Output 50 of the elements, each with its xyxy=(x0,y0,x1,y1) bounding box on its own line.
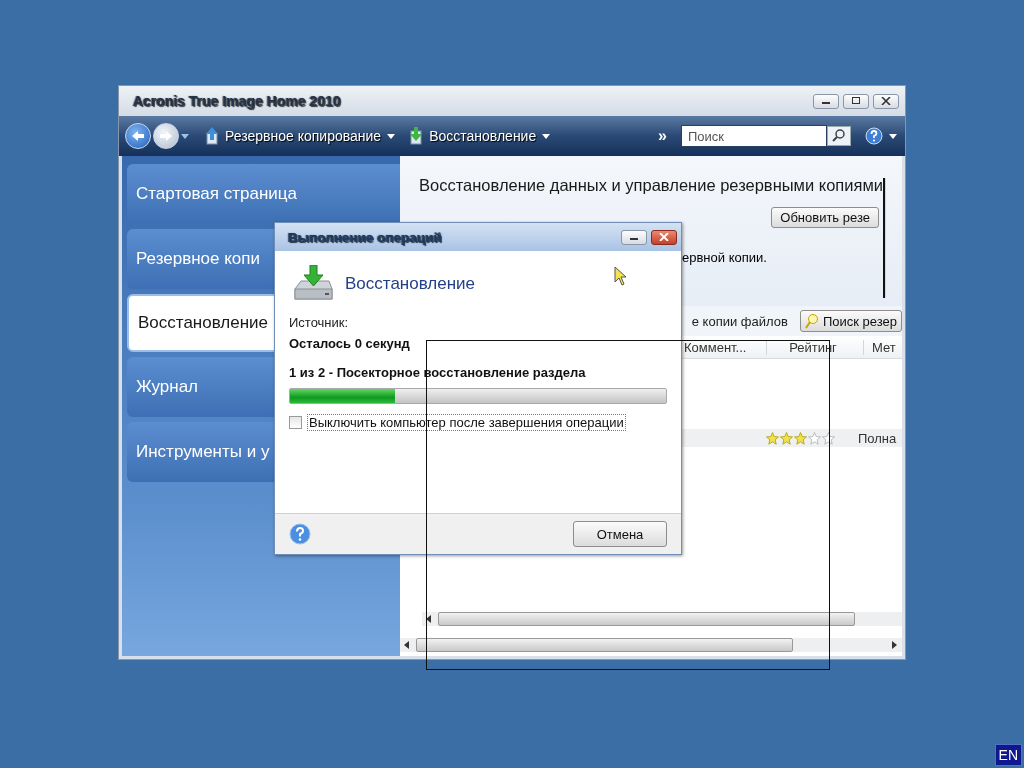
star-icon xyxy=(808,431,821,445)
minimize-button[interactable] xyxy=(621,229,647,245)
help-icon[interactable] xyxy=(865,127,883,145)
language-indicator[interactable]: EN xyxy=(994,744,1022,766)
close-button[interactable] xyxy=(651,229,677,245)
close-button[interactable] xyxy=(873,93,899,109)
scroll-right-icon[interactable] xyxy=(892,641,898,649)
star-icon xyxy=(822,431,835,445)
caret-icon[interactable] xyxy=(181,133,189,139)
maximize-icon xyxy=(851,97,861,105)
close-icon xyxy=(659,233,669,241)
caret-icon xyxy=(542,133,551,139)
mouse-pointer-icon xyxy=(614,266,628,288)
search-icon[interactable] xyxy=(827,126,851,146)
files-link[interactable]: е копии файлов xyxy=(691,313,788,329)
cancel-button[interactable]: Отмена xyxy=(573,521,667,547)
caret-icon xyxy=(387,133,396,139)
disk-restore-icon xyxy=(293,265,333,303)
toolbar-menu[interactable]: Восстановление xyxy=(409,127,559,145)
toolbar-menu[interactable]: Резервное копирование xyxy=(205,127,404,145)
maximize-button[interactable] xyxy=(843,93,869,109)
star-icon xyxy=(780,431,793,445)
star-icon xyxy=(794,431,807,445)
refresh-button[interactable]: Обновить резе xyxy=(771,207,879,228)
search-backups-button[interactable]: Поиск резер xyxy=(799,310,902,332)
star-icon xyxy=(766,431,779,445)
caret-icon[interactable] xyxy=(889,133,897,139)
scroll-left-icon[interactable] xyxy=(426,615,432,623)
back-button[interactable] xyxy=(125,123,151,149)
table-cell-text: Полна xyxy=(857,430,897,446)
source-label: Источник: xyxy=(289,315,349,330)
scrollbar[interactable] xyxy=(400,638,902,652)
minimize-button[interactable] xyxy=(813,93,839,109)
more-chevron[interactable]: » xyxy=(658,127,667,145)
checkbox[interactable] xyxy=(289,416,302,429)
scrollbar-thumb[interactable] xyxy=(416,638,794,652)
column-header[interactable]: Мет xyxy=(864,339,902,355)
section-heading: Восстановление данных и управление резервными копиями xyxy=(419,176,883,195)
magnifier-icon xyxy=(804,313,819,329)
close-icon xyxy=(881,97,891,105)
scrollbar[interactable] xyxy=(883,178,886,298)
search-field[interactable]: Поиск xyxy=(681,125,827,147)
scroll-left-icon[interactable] xyxy=(404,641,410,649)
arrow-right-icon xyxy=(158,129,174,143)
window-title: Acronis True Image Home 2010 xyxy=(133,93,342,109)
forward-button[interactable] xyxy=(153,123,179,149)
arrow-left-icon xyxy=(130,129,146,143)
upload-icon xyxy=(205,127,219,145)
description-text: ервной копии. xyxy=(682,250,767,265)
download-icon xyxy=(409,127,424,145)
